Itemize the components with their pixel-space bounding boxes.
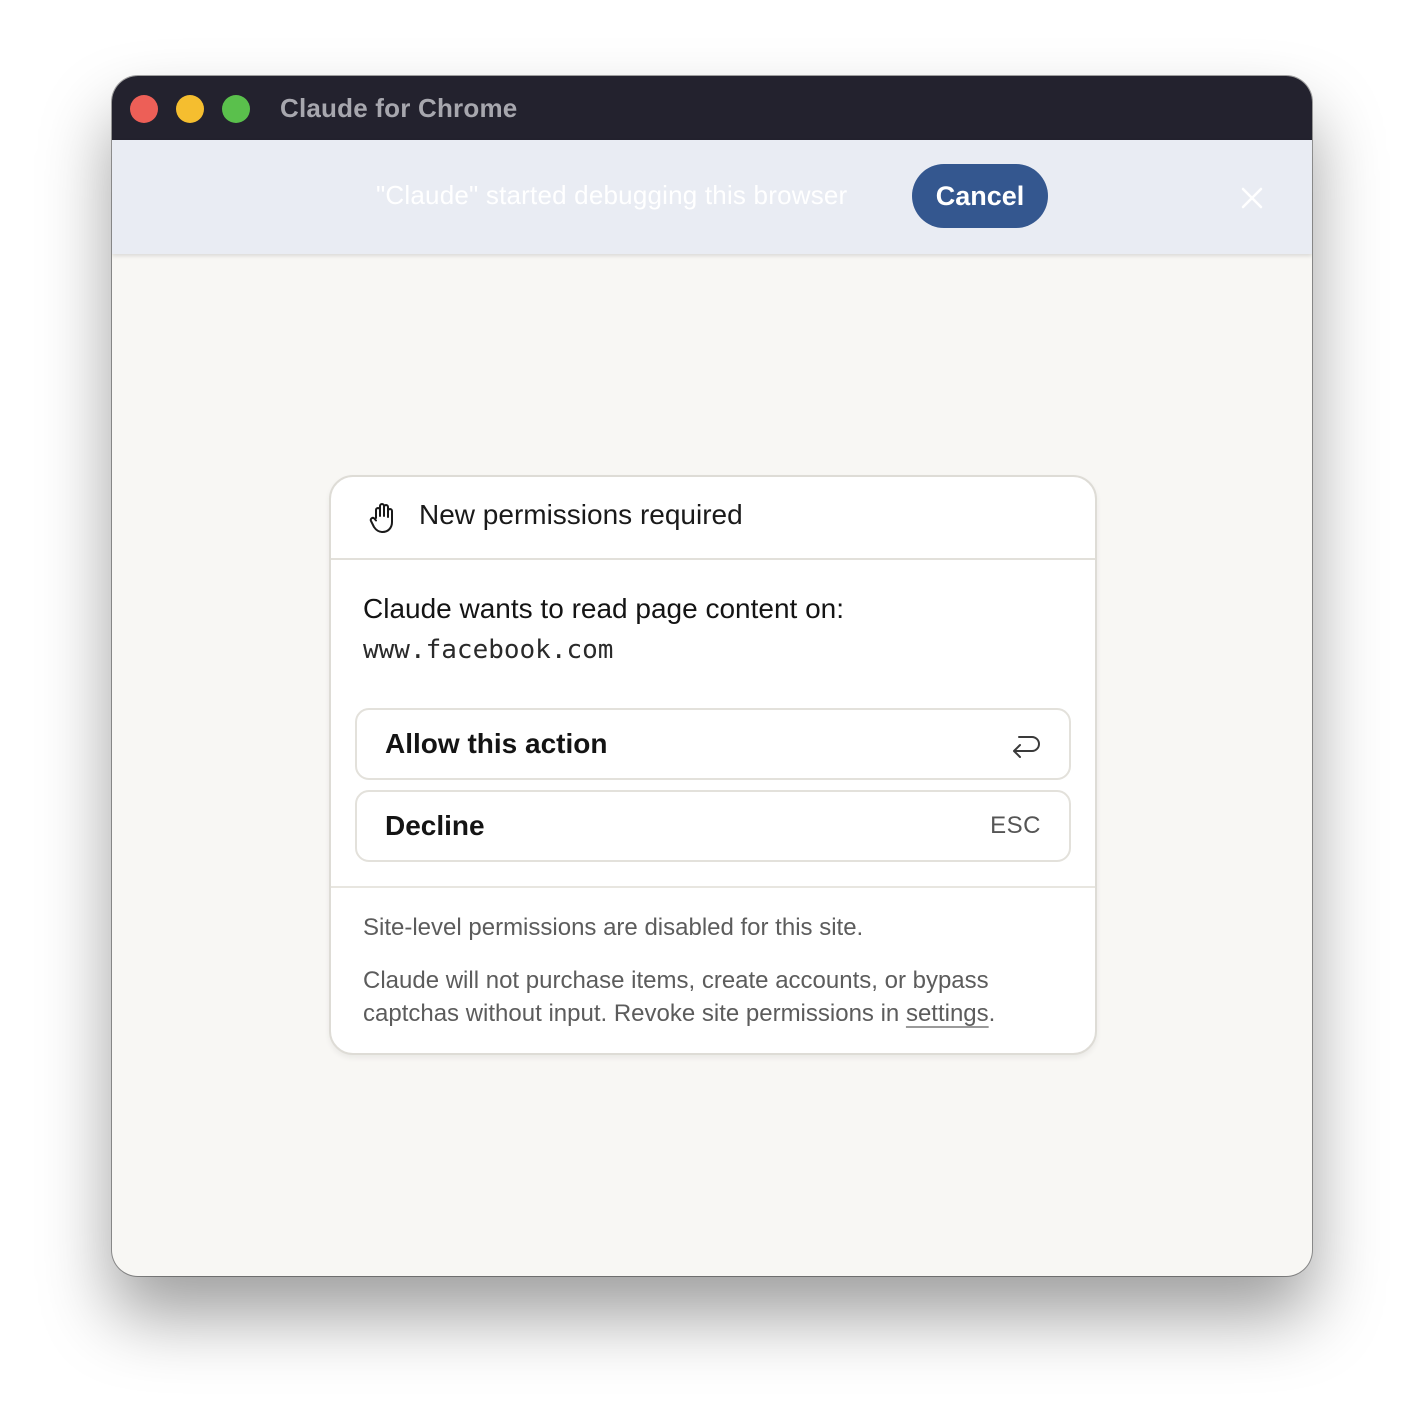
- requested-domain: www.facebook.com: [363, 635, 614, 665]
- allow-action-button[interactable]: Allow this action: [355, 708, 1071, 780]
- window-title: Claude for Chrome: [280, 93, 518, 123]
- settings-link[interactable]: settings: [906, 1000, 989, 1027]
- disclaimer-text: Claude will not purchase items, create a…: [363, 967, 989, 1027]
- decline-label: Decline: [385, 810, 485, 841]
- minimize-window-button[interactable]: [176, 95, 204, 123]
- permission-request-text: Claude wants to read page content on:: [363, 593, 845, 624]
- permission-dialog-header: New permissions required: [331, 477, 1095, 560]
- dialog-title: New permissions required: [419, 499, 743, 530]
- hand-icon: [369, 503, 393, 533]
- maximize-window-button[interactable]: [222, 95, 250, 123]
- esc-shortcut-hint: ESC: [990, 812, 1041, 839]
- debugging-infobar: "Claude" started debugging this browser …: [112, 140, 1312, 254]
- site-level-note: Site-level permissions are disabled for …: [363, 914, 864, 941]
- title-bar: Claude for Chrome: [112, 76, 1312, 140]
- debugging-message: "Claude" started debugging this browser: [376, 180, 848, 210]
- close-icon[interactable]: [1240, 186, 1264, 210]
- cancel-debugging-button[interactable]: Cancel: [912, 164, 1048, 228]
- enter-key-icon: [1013, 736, 1040, 758]
- disclaimer-period: .: [988, 1000, 996, 1027]
- close-window-button[interactable]: [130, 95, 158, 123]
- decline-button[interactable]: Decline ESC: [355, 790, 1071, 862]
- permission-dialog: New permissions required Claude wants to…: [329, 475, 1097, 1055]
- permission-dialog-footer: Site-level permissions are disabled for …: [331, 886, 1095, 1053]
- allow-action-label: Allow this action: [385, 728, 608, 759]
- safety-disclaimer: Claude will not purchase items, create a…: [363, 964, 1063, 1030]
- app-window: Claude for Chrome "Claude" started debug…: [112, 76, 1312, 1276]
